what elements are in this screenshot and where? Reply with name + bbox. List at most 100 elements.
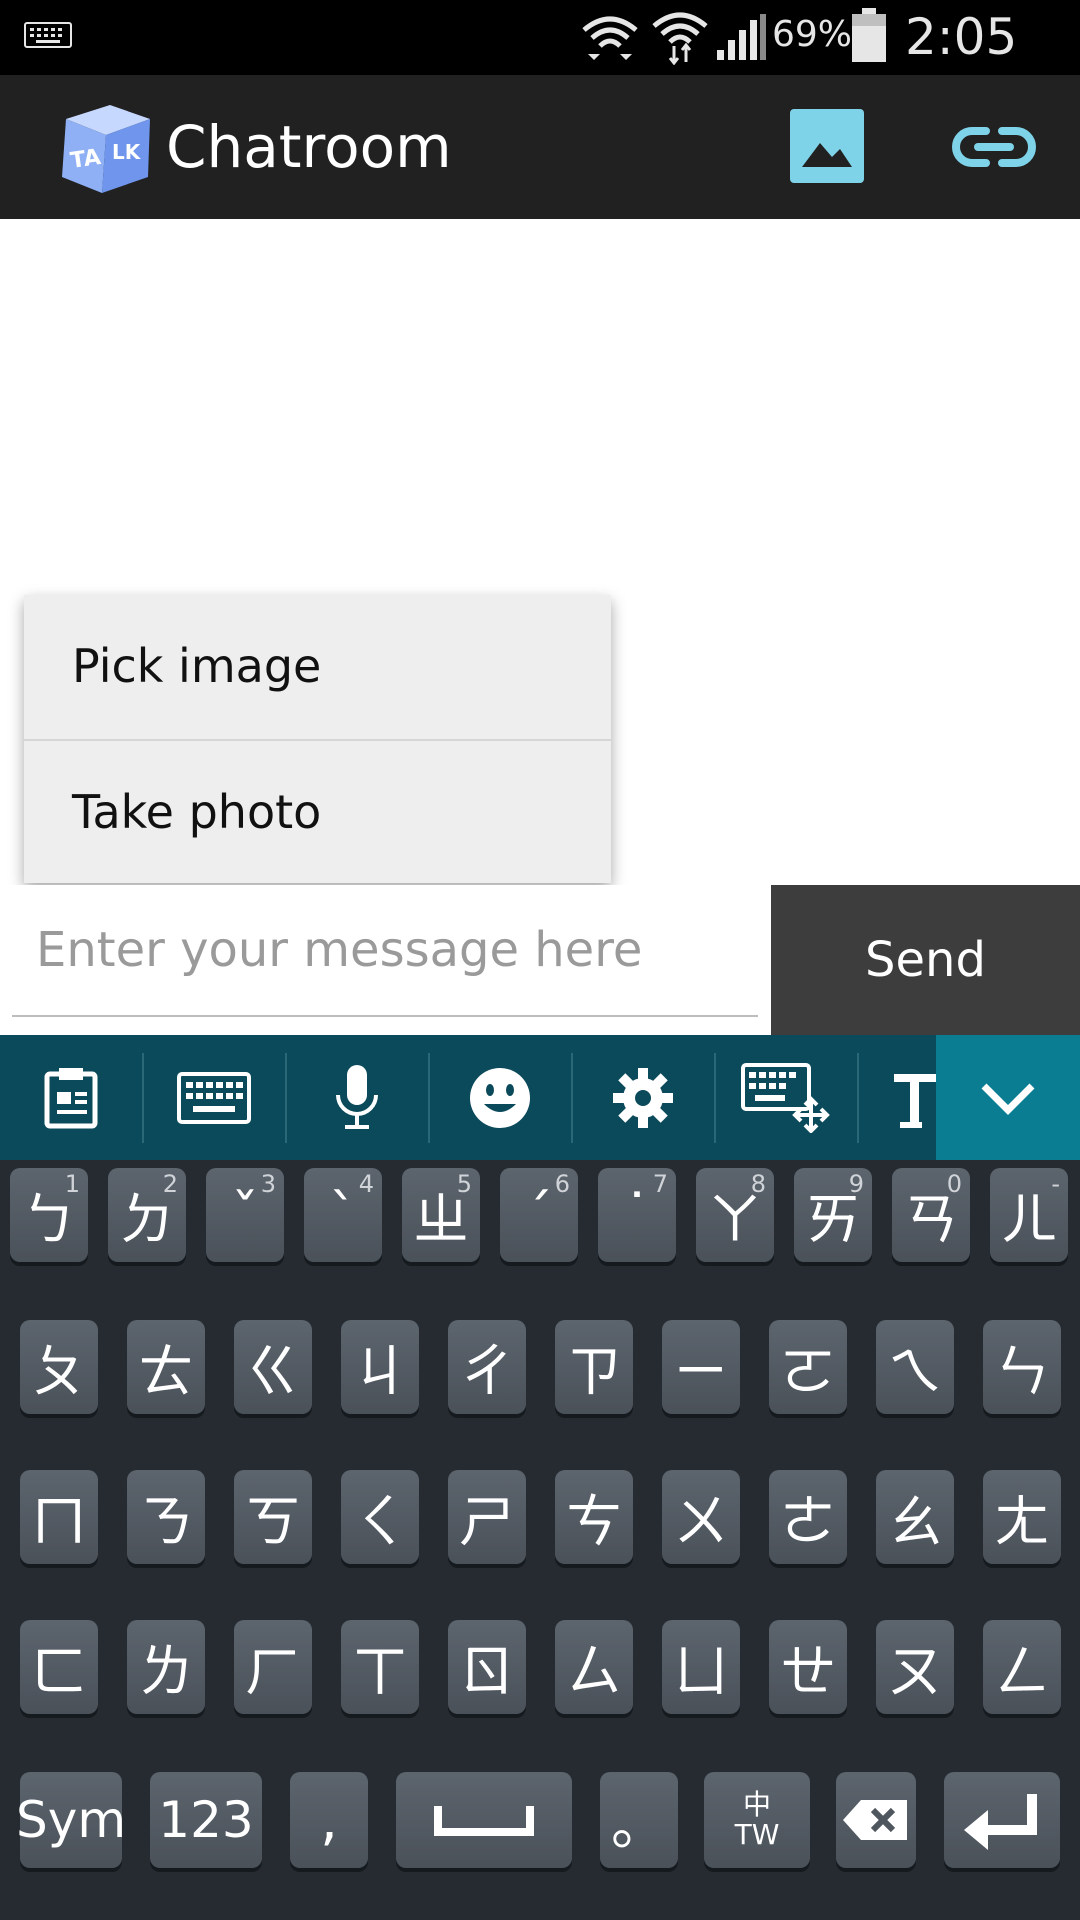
key-label: ㄤ <box>994 1489 1050 1555</box>
app-title: Chatroom <box>166 113 452 181</box>
menu-item-take-photo[interactable]: Take photo <box>24 741 611 885</box>
key-row2[interactable]: ㄟ <box>876 1320 954 1414</box>
key-label: ㄒ <box>352 1639 408 1705</box>
keyboard-icon[interactable] <box>143 1035 285 1160</box>
key-hint: 6 <box>554 1170 570 1198</box>
key-label: ㄕ <box>459 1489 515 1555</box>
key-row4[interactable]: ㄝ <box>769 1620 847 1714</box>
key-row2[interactable]: ㄛ <box>769 1320 847 1414</box>
key-row1[interactable]: ˇ3 <box>206 1168 284 1262</box>
key-row3[interactable]: ㄇ <box>20 1470 98 1564</box>
space-bar-icon <box>434 1806 534 1836</box>
signal-icon <box>717 14 766 60</box>
backspace-icon <box>843 1800 907 1840</box>
key-row4[interactable]: ㄩ <box>662 1620 740 1714</box>
key-row4[interactable]: ㄥ <box>983 1620 1061 1714</box>
emoji-icon[interactable] <box>429 1035 571 1160</box>
key-label: ㄆ <box>31 1339 87 1405</box>
key-label: ˊ <box>525 1182 553 1248</box>
key-row1[interactable]: ㄢ0 <box>892 1168 970 1262</box>
link-icon[interactable] <box>952 117 1036 177</box>
key-row3[interactable]: ㄑ <box>341 1470 419 1564</box>
sym-key[interactable]: Sym <box>16 1772 126 1868</box>
key-row2[interactable]: ㄐ <box>341 1320 419 1414</box>
key-row3[interactable]: ㄠ <box>876 1470 954 1564</box>
key-label: ㄣ <box>994 1339 1050 1405</box>
key-label: ㄎ <box>245 1489 301 1555</box>
key-row2[interactable]: ㄣ <box>983 1320 1061 1414</box>
message-composer: Send <box>0 885 1080 1035</box>
key-row4[interactable]: ㄌ <box>127 1620 205 1714</box>
key-hint: 7 <box>652 1170 668 1198</box>
keyboard-resize-icon[interactable] <box>715 1035 857 1160</box>
key-row4[interactable]: ㄙ <box>555 1620 633 1714</box>
microphone-icon[interactable] <box>286 1035 428 1160</box>
key-label: ㄊ <box>138 1339 194 1405</box>
key-row3[interactable]: ㄤ <box>983 1470 1061 1564</box>
image-icon[interactable] <box>790 109 864 183</box>
key-row1[interactable]: ˊ6 <box>500 1168 578 1262</box>
chevron-down-icon[interactable] <box>936 1035 1080 1160</box>
key-row1[interactable]: ㄚ8 <box>696 1168 774 1262</box>
key-label: ㄩ <box>673 1639 729 1705</box>
svg-text:LK: LK <box>112 140 142 164</box>
key-label: ㄖ <box>459 1639 515 1705</box>
space-key[interactable] <box>396 1772 572 1868</box>
key-row3[interactable]: ㄎ <box>234 1470 312 1564</box>
key-row3[interactable]: ㄘ <box>555 1470 633 1564</box>
key-row1[interactable]: ㄓ5 <box>402 1168 480 1262</box>
key-row4[interactable]: ㄖ <box>448 1620 526 1714</box>
key-row1[interactable]: ˙ 7 <box>598 1168 676 1262</box>
text-format-icon[interactable] <box>858 1035 936 1160</box>
image-source-menu: Pick image Take photo <box>24 595 611 883</box>
key-label: 中 <box>742 1788 771 1821</box>
enter-key[interactable] <box>944 1772 1060 1868</box>
key-row2[interactable]: ㄔ <box>448 1320 526 1414</box>
key-label: ㄐ <box>352 1339 408 1405</box>
send-button[interactable]: Send <box>771 885 1080 1035</box>
key-label: ㄔ <box>459 1339 515 1405</box>
numbers-key[interactable]: 123 <box>150 1772 262 1868</box>
key-row4[interactable]: ㄏ <box>234 1620 312 1714</box>
wifi-icon <box>582 16 638 60</box>
key-label: ㄋ <box>138 1489 194 1555</box>
key-row1[interactable]: ㄞ9 <box>794 1168 872 1262</box>
key-row2[interactable]: ㄊ <box>127 1320 205 1414</box>
key-hint: 5 <box>456 1170 472 1198</box>
key-hint: 3 <box>260 1170 276 1198</box>
key-row1[interactable]: ˋ4 <box>304 1168 382 1262</box>
key-row4[interactable]: ㄡ <box>876 1620 954 1714</box>
clipboard-icon[interactable] <box>0 1035 142 1160</box>
key-row3[interactable]: ㄨ <box>662 1470 740 1564</box>
key-row2[interactable]: ㄧ <box>662 1320 740 1414</box>
menu-item-label: Take photo <box>72 785 322 839</box>
settings-icon[interactable] <box>572 1035 714 1160</box>
key-row2[interactable]: ㄆ <box>20 1320 98 1414</box>
key-row1[interactable]: ㄉ2 <box>108 1168 186 1262</box>
wifi-transfer-icon <box>652 12 708 65</box>
zhuyin-keyboard: ㄅ 1 ㄉ 2 ˇ 3 ˋ 4 ㄓ 5 ˊ 6 ˙ 7 ㄚ 8 ㄞ 9 ㄢ 0 ㄦ - ㄆㄊㄍㄐㄔㄗㄧㄛㄟㄣㄇㄋㄎㄑㄕㄘㄨㄜ… <box>0 1160 1080 1920</box>
key-label: ㄇ <box>31 1489 87 1555</box>
key-row3[interactable]: ㄋ <box>127 1470 205 1564</box>
key-row4[interactable]: ㄒ <box>341 1620 419 1714</box>
key-row4[interactable]: ㄈ <box>20 1620 98 1714</box>
app-logo: TA LK <box>62 105 150 193</box>
message-input[interactable] <box>12 885 758 1017</box>
backspace-key[interactable] <box>836 1772 916 1868</box>
period-key[interactable]: 。 <box>600 1772 678 1868</box>
menu-item-pick-image[interactable]: Pick image <box>24 595 611 739</box>
key-row3[interactable]: ㄜ <box>769 1470 847 1564</box>
language-key[interactable]: 中 TW <box>704 1772 810 1868</box>
key-label: ㄦ <box>1001 1187 1057 1253</box>
key-row1[interactable]: ㄦ- <box>990 1168 1068 1262</box>
key-label: ˇ <box>231 1182 259 1248</box>
key-row3[interactable]: ㄕ <box>448 1470 526 1564</box>
key-label: ㄈ <box>31 1639 87 1705</box>
key-label: ㄝ <box>780 1639 836 1705</box>
key-row2[interactable]: ㄍ <box>234 1320 312 1414</box>
key-hint: - <box>1051 1170 1060 1198</box>
comma-key[interactable]: , <box>290 1772 368 1868</box>
key-label: ㄥ <box>994 1639 1050 1705</box>
key-row1[interactable]: ㄅ1 <box>10 1168 88 1262</box>
key-row2[interactable]: ㄗ <box>555 1320 633 1414</box>
